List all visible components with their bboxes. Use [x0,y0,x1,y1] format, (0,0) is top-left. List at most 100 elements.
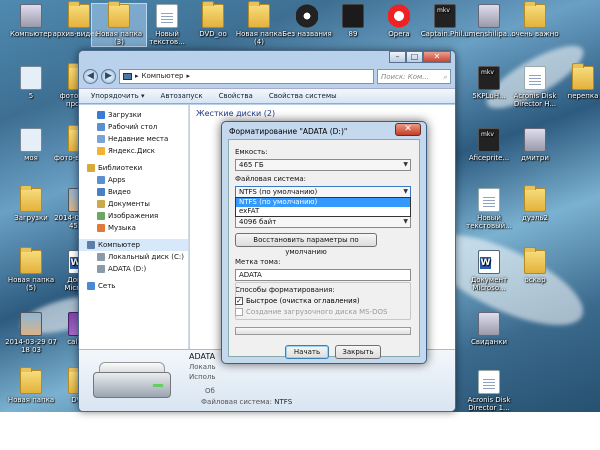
desktop-icon[interactable]: 5 [4,66,58,100]
filesystem-dropdown: NTFS (по умолчанию) exFAT [235,197,411,217]
desktop-icon-label: Acronis Disk Director H... [513,92,557,108]
desktop-icon-label: Компьютер [10,30,52,38]
details-line: Локаль [189,363,216,371]
capacity-select[interactable]: 465 ГБ ▼ [235,159,411,171]
msdos-disk-checkbox[interactable]: Создание загрузочного диска MS-DOS [235,308,387,316]
nav-item-label: Музыка [108,224,136,232]
folder-icon [524,247,546,274]
screen-icon [524,128,546,152]
close-dialog-button[interactable]: Закрыть [335,345,381,359]
desktop-icon-label: Новая папка [7,396,55,404]
address-separator: ▸ [135,72,139,80]
nav-item-label: Сеть [98,282,116,290]
nav-item-label: Библиотеки [98,164,143,172]
desktop-icon[interactable]: Загрузки [4,185,58,222]
minimize-button[interactable]: – [389,51,406,63]
desktop-icon[interactable]: Новая папка (3) [91,1,147,47]
close-button[interactable]: ✕ [423,51,451,63]
system-properties-button[interactable]: Свойства системы [269,92,337,100]
nav-item[interactable]: Изображения [79,210,188,222]
maximize-button[interactable]: □ [406,51,423,63]
volume-label-caption: Метка тома: [235,258,281,266]
cd-icon [296,4,318,28]
section-header-hard-drives[interactable]: Жесткие диски (2) [196,109,275,118]
start-button[interactable]: Начать [285,345,329,359]
desktop-icon[interactable]: перепка [556,63,600,100]
nav-item-icon [97,176,105,184]
nav-item[interactable]: Библиотеки [79,162,188,174]
nav-item[interactable]: Рабочий стол [79,121,188,133]
chevron-down-icon: ▼ [403,188,408,195]
desktop-icon[interactable]: дмитри [508,128,562,162]
desktop-icon[interactable]: Свиданки [462,312,516,346]
desktop-icon[interactable]: оскар [508,247,562,284]
folder-icon [524,1,546,28]
details-fs-value: NTFS [274,398,293,406]
doc-icon [478,188,500,212]
chevron-down-icon: ▼ [403,218,408,225]
address-bar[interactable]: ▸ Компьютер ▸ [119,68,374,84]
doc-icon [156,4,178,28]
filesystem-option-exfat[interactable]: exFAT [236,207,410,216]
filesystem-value: NTFS (по умолчанию) [239,188,318,196]
nav-item[interactable]: Недавние места [79,133,188,145]
dialog-title: Форматирование "ADATA (D:)" [229,127,348,136]
forward-button[interactable]: ▶ [101,68,116,84]
filesystem-label: Файловая система: [235,175,307,183]
nav-item-icon [97,188,105,196]
details-fs: Файловая система: NTFS [201,398,292,406]
cluster-size-value: 4096 байт [239,218,277,226]
navigation-pane: Загрузки Рабочий стол Недавние места Яндекс… [79,105,189,349]
desktop-icon[interactable]: Новая папка (5) [4,247,58,292]
search-placeholder: Поиск: Ком... [381,72,429,81]
nav-item-icon [87,164,95,172]
volume-label-input[interactable]: ADATA [235,269,411,281]
desktop-icon[interactable]: 2014-03-29 07 18 03 [4,312,58,354]
desktop-icon-label: Новая папка (4) [235,30,283,46]
nav-item[interactable]: Яндекс.Диск [79,145,188,157]
cluster-size-select[interactable]: 4096 байт ▼ [235,216,411,228]
details-drive-name: ADATA [189,352,216,361]
nav-item[interactable]: Локальный диск (C:) [79,251,188,263]
organize-button[interactable]: Упорядочить ▾ [91,92,145,100]
chevron-down-icon: ▼ [403,161,408,168]
dialog-close-button[interactable]: ✕ [395,123,421,136]
nav-item-icon [97,123,105,131]
desktop-icon[interactable]: дуэль2 [508,185,562,222]
desktop-icon-label: Новая папка (3) [95,30,143,46]
format-progress-bar [235,327,411,335]
quick-format-checkbox[interactable]: ✓ Быстрое (очистка оглавления) [235,297,360,305]
nav-item[interactable]: Музыка [79,222,188,234]
restore-defaults-button[interactable]: Восстановить параметры по умолчанию [235,233,377,256]
nav-item[interactable]: ADATA (D:) [79,263,188,275]
folder-icon [202,1,224,28]
format-dialog[interactable]: Форматирование "ADATA (D:)" ✕ Емкость: 4… [221,121,427,364]
mkv-icon [478,66,500,90]
nav-item-icon [97,265,105,273]
autoplay-button[interactable]: Автозапуск [161,92,203,100]
nav-item-label: Рабочий стол [108,123,158,131]
properties-button[interactable]: Свойства [219,92,253,100]
desktop-icon[interactable]: моя [4,128,58,162]
nav-item-label: Видео [108,188,131,196]
nav-item[interactable]: Компьютер [79,239,188,251]
desktop-icon[interactable]: Acronis Disk Director 1... [462,370,516,412]
search-input[interactable]: Поиск: Ком... ⌕ [377,68,451,84]
nav-item-label: Документы [108,200,150,208]
nav-item[interactable]: Видео [79,186,188,198]
desktop-icon[interactable]: Компьютер [4,4,58,38]
desktop-icon[interactable]: очень важно [508,1,562,38]
desktop-icon[interactable]: Acronis Disk Director H... [508,66,562,108]
desktop-icon[interactable]: Новая папка (4) [232,1,286,46]
mp3-icon [20,66,42,90]
nav-item[interactable]: Загрузки [79,109,188,121]
screen-icon [478,4,500,28]
nav-item[interactable]: Сеть [79,280,188,292]
filesystem-option-ntfs[interactable]: NTFS (по умолчанию) [236,198,410,207]
nav-item[interactable]: Apps [79,174,188,186]
desktop-icon[interactable]: Новая папка [4,367,58,404]
nav-item-label: Недавние места [108,135,169,143]
back-button[interactable]: ◀ [83,68,98,84]
nav-item[interactable]: Документы [79,198,188,210]
address-text: Компьютер [141,72,184,80]
